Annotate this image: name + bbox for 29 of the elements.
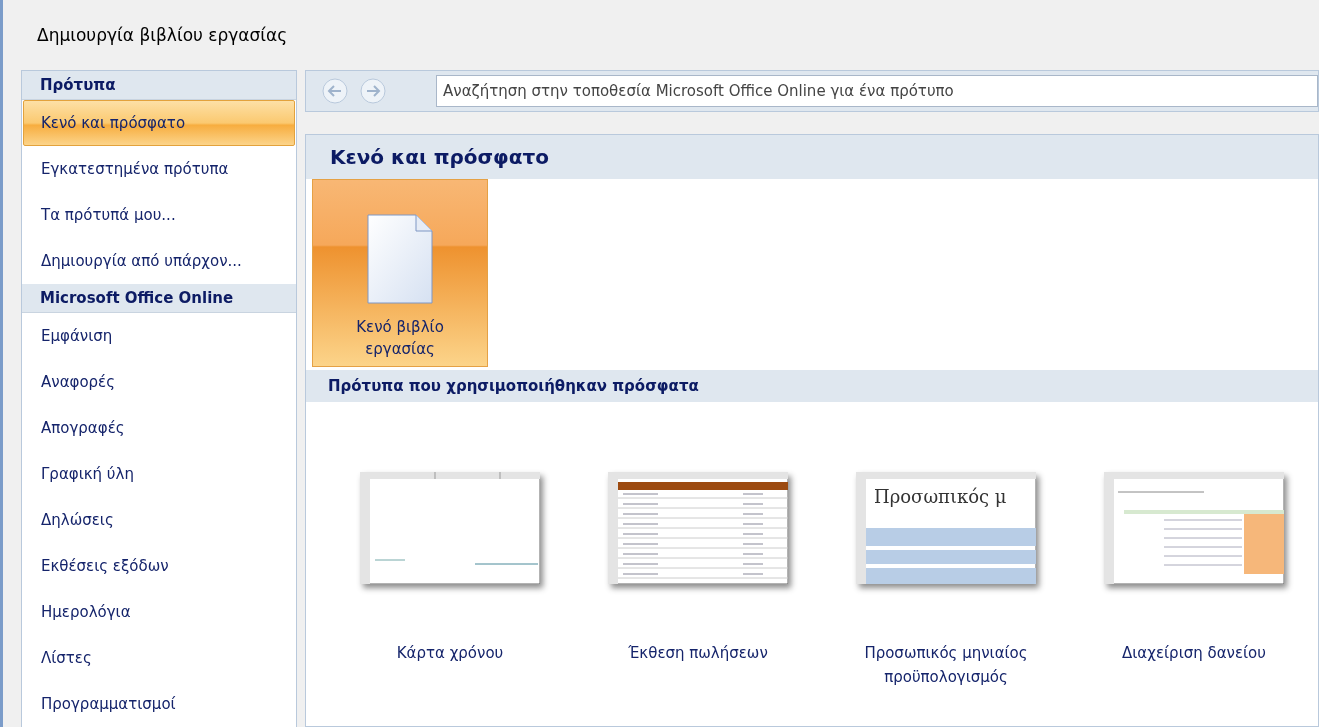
spreadsheet-preview-drawing[interactable] — [608, 472, 788, 584]
sidebar-item[interactable]: Τα πρότυπά μου... — [23, 192, 295, 238]
template-label[interactable]: Προσωπικός μηνιαίος προϋπολογισμός — [846, 641, 1046, 689]
section-heading: Πρότυπα που χρησιμοποιήθηκαν πρόσφατα — [306, 370, 1318, 402]
sidebar-item[interactable]: Αναφορές — [23, 359, 295, 405]
sidebar-item[interactable]: Λίστες — [23, 635, 295, 681]
blank-workbook-tile[interactable]: Κενό βιβλίο εργασίας — [312, 179, 488, 367]
sidebar-item[interactable]: Δημιουργία από υπάρχον... — [23, 238, 295, 284]
sidebar-item[interactable]: Δηλώσεις — [23, 497, 295, 543]
search-field[interactable]: Αναζήτηση στην τοποθεσία Microsoft Office Online για ένα πρότυπο — [436, 75, 1318, 107]
blank-page-icon — [367, 214, 433, 304]
sidebar-item[interactable]: Εμφάνιση — [23, 313, 295, 359]
sidebar-item[interactable]: Εκθέσεις εξόδων — [23, 543, 295, 589]
panel-heading: Κενό και πρόσφατο — [306, 135, 1318, 179]
sidebar-item[interactable]: Απογραφές — [23, 405, 295, 451]
sidebar-item[interactable]: Κενό και πρόσφατο — [23, 100, 295, 146]
preview-title: Προσωπικός μ — [874, 486, 1007, 507]
template-label[interactable]: Διαχείριση δανείου — [1094, 641, 1294, 665]
sidebar-item[interactable]: Ημερολόγια — [23, 589, 295, 635]
spreadsheet-preview-drawing[interactable] — [856, 472, 1036, 584]
window-title: Δημιουργία βιβλίου εργασίας — [37, 25, 288, 45]
sidebar-item[interactable]: Προγραμματισμοί — [23, 681, 295, 727]
template-label[interactable]: Έκθεση πωλήσεων — [598, 641, 798, 665]
sidebar-item[interactable]: Γραφική ύλη — [23, 451, 295, 497]
template-label[interactable]: Κάρτα χρόνου — [350, 641, 550, 665]
sidebar-item[interactable]: Εγκατεστημένα πρότυπα — [23, 146, 295, 192]
sidebar-heading: Πρότυπα — [22, 71, 296, 100]
sidebar-heading: Microsoft Office Online — [22, 284, 296, 313]
tile-label: Κενό βιβλίο εργασίας — [355, 317, 445, 360]
